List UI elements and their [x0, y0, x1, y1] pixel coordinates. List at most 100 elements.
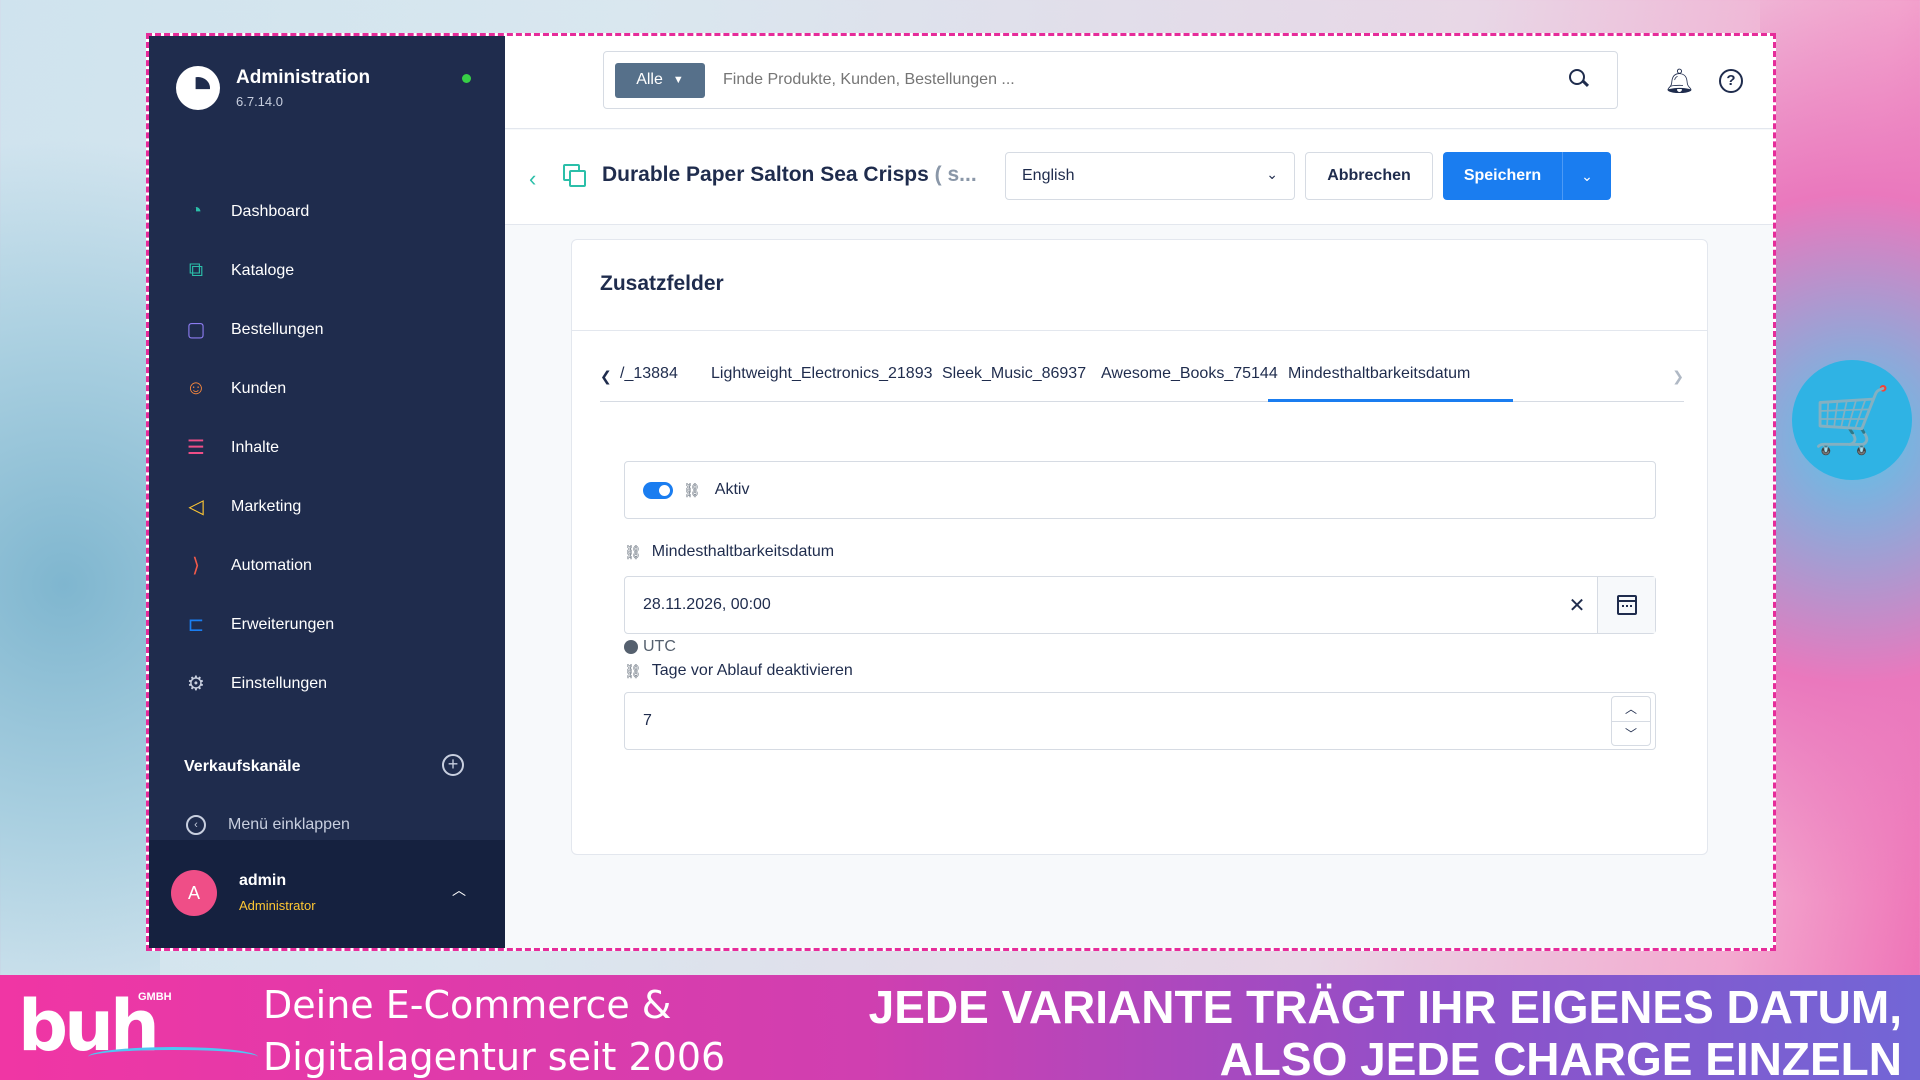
- tab-mindesthaltbarkeitsdatum[interactable]: Mindesthaltbarkeitsdatum: [1268, 362, 1513, 402]
- bell-icon[interactable]: 🔔︎: [1664, 67, 1694, 95]
- user-name: admin: [239, 872, 287, 889]
- best-before-date-field[interactable]: 28.11.2026, 00:00 ✕: [624, 576, 1656, 634]
- plugin-icon: ⊏: [187, 614, 205, 636]
- tab-lightweight-electronics[interactable]: Lightweight_Electronics_21893: [691, 362, 952, 402]
- chevron-down-icon: ▼: [672, 74, 684, 86]
- search-icon[interactable]: [1563, 65, 1593, 95]
- custom-fields-card: Zusatzfelder ❮ /_13884 Lightweight_Elect…: [571, 239, 1708, 855]
- sidebar-item-marketing[interactable]: ◁ Marketing: [149, 477, 505, 536]
- headline: JEDE VARIANTE TRÄGT IHR EIGENES DATUM, A…: [869, 981, 1902, 1080]
- catalog-icon: ⧉: [188, 259, 204, 281]
- sidebar-item-erweiterungen[interactable]: ⊏ Erweiterungen: [149, 595, 505, 654]
- timezone-text: UTC: [643, 638, 676, 655]
- cancel-button[interactable]: Abbrechen: [1305, 152, 1433, 200]
- sidebar-item-label: Inhalte: [231, 438, 280, 456]
- product-variant-suffix: ( s...: [934, 163, 977, 186]
- shopware-logo-icon: [176, 66, 220, 110]
- card-divider: [572, 330, 1707, 331]
- main-content: Alle ▼ 🔔︎ ? ‹ Durable Paper Salton Sea C…: [505, 36, 1773, 948]
- back-arrow-icon[interactable]: ‹: [529, 166, 536, 192]
- topbar: Alle ▼ 🔔︎ ?: [505, 36, 1773, 129]
- admin-window: Administration 6.7.14.0 ◔ Dashboard ⧉ Ka…: [146, 33, 1776, 951]
- users-icon: ☺: [185, 377, 207, 399]
- chevron-left-circle-icon: ‹: [186, 815, 206, 835]
- days-before-expiry-field[interactable]: 7 ︿ ﹀: [624, 692, 1656, 750]
- active-label: Aktiv: [714, 481, 750, 498]
- sidebar-item-inhalte[interactable]: ☰ Inhalte: [149, 418, 505, 477]
- sidebar: Administration 6.7.14.0 ◔ Dashboard ⧉ Ka…: [149, 36, 505, 948]
- help-icon[interactable]: ?: [1719, 69, 1743, 93]
- sidebar-item-bestellungen[interactable]: ▢ Bestellungen: [149, 300, 505, 359]
- active-switch-field: ⛓ Aktiv: [624, 461, 1656, 519]
- calendar-button[interactable]: [1597, 577, 1655, 633]
- date-value: 28.11.2026, 00:00: [643, 596, 771, 613]
- tagline-line-1: Deine E-Commerce &: [263, 983, 672, 1027]
- tab-13884[interactable]: /_13884: [600, 362, 698, 402]
- content-icon: ☰: [187, 437, 205, 459]
- tab-awesome-books[interactable]: Awesome_Books_75144: [1081, 362, 1298, 402]
- chevron-up-icon[interactable]: ︿: [1612, 697, 1650, 722]
- headline-line-2: ALSO JEDE CHARGE EINZELN: [1219, 1033, 1902, 1080]
- sidebar-item-label: Marketing: [231, 497, 302, 515]
- chevron-down-icon[interactable]: ﹀: [1612, 722, 1650, 746]
- add-sales-channel-icon[interactable]: +: [442, 754, 464, 776]
- online-status-dot: [462, 74, 471, 83]
- sidebar-item-dashboard[interactable]: ◔ Dashboard: [149, 182, 505, 241]
- days-value: 7: [643, 712, 652, 729]
- date-label-text: Mindesthaltbarkeitsdatum: [651, 543, 835, 560]
- global-search: Alle ▼: [603, 51, 1618, 109]
- sidebar-item-label: Einstellungen: [231, 674, 328, 692]
- smart-bar: ‹ Durable Paper Salton Sea Crisps ( s...…: [505, 130, 1773, 225]
- close-icon[interactable]: ✕: [1557, 593, 1597, 618]
- custom-field-set-tabs: ❮ /_13884 Lightweight_Electronics_21893 …: [600, 362, 1684, 402]
- tagline-line-2: Digitalagentur seit 2006: [263, 1035, 726, 1079]
- sales-channels-heading: Verkaufskanäle: [184, 758, 301, 775]
- sidebar-item-kunden[interactable]: ☺ Kunden: [149, 359, 505, 418]
- sidebar-item-kataloge[interactable]: ⧉ Kataloge: [149, 241, 505, 300]
- chevron-right-icon[interactable]: ❯: [1672, 368, 1684, 385]
- headline-line-1: JEDE VARIANTE TRÄGT IHR EIGENES DATUM,: [868, 981, 1902, 1033]
- save-button-group: Speichern ⌄: [1443, 152, 1611, 200]
- date-field-label: ⛓ Mindesthaltbarkeitsdatum: [624, 543, 834, 561]
- sidebar-item-label: Bestellungen: [231, 320, 324, 338]
- brand[interactable]: Administration 6.7.14.0: [176, 66, 370, 110]
- inheritance-link-icon[interactable]: ⛓: [624, 663, 642, 680]
- collapse-menu-button[interactable]: ‹ Menü einklappen: [186, 815, 350, 835]
- background-decoration-right: [1760, 0, 1920, 975]
- save-options-chevron-icon[interactable]: ⌄: [1563, 152, 1611, 200]
- sidebar-item-label: Kunden: [231, 379, 287, 397]
- collapse-menu-label: Menü einklappen: [228, 816, 350, 833]
- card-title: Zusatzfelder: [600, 272, 724, 295]
- sidebar-item-label: Erweiterungen: [231, 615, 335, 633]
- promo-banner: buh GMBH Deine E-Commerce & Digitalagent…: [0, 975, 1920, 1080]
- sidebar-item-einstellungen[interactable]: ⚙ Einstellungen: [149, 654, 505, 713]
- logo-swoosh: [88, 1047, 258, 1067]
- language-value: English: [1022, 167, 1075, 184]
- search-scope-select[interactable]: Alle ▼: [615, 62, 705, 98]
- days-label-text: Tage vor Ablauf deaktivieren: [651, 662, 853, 679]
- sidebar-item-automation[interactable]: ⟩ Automation: [149, 536, 505, 595]
- gauge-icon: ◔: [189, 200, 203, 222]
- inheritance-link-icon[interactable]: ⛓: [683, 482, 701, 499]
- inheritance-link-icon[interactable]: ⛓: [624, 544, 642, 561]
- save-button[interactable]: Speichern: [1443, 152, 1563, 200]
- sidebar-item-label: Dashboard: [231, 202, 310, 220]
- shopping-cart-icon: 🛒: [1792, 360, 1912, 480]
- avatar: A: [171, 870, 217, 916]
- background-decoration-left: [0, 0, 160, 975]
- calendar-icon: [1616, 595, 1637, 615]
- megaphone-icon: ◁: [188, 496, 204, 518]
- sidebar-nav: ◔ Dashboard ⧉ Kataloge ▢ Bestellungen ☺ …: [149, 182, 505, 713]
- user-menu[interactable]: A admin Administrator ︿: [149, 840, 505, 948]
- brand-version: 6.7.14.0: [236, 94, 283, 109]
- variant-icon: [563, 164, 586, 187]
- sidebar-item-label: Kataloge: [231, 261, 295, 279]
- active-toggle[interactable]: [643, 481, 673, 499]
- chevron-up-icon[interactable]: ︿: [452, 880, 466, 900]
- search-input[interactable]: [723, 71, 1563, 89]
- tab-sleek-music[interactable]: Sleek_Music_86937: [922, 362, 1106, 402]
- clock-icon: [624, 640, 638, 654]
- gear-icon: ⚙: [187, 673, 205, 695]
- language-select[interactable]: English ⌄: [1005, 152, 1295, 200]
- days-field-label: ⛓ Tage vor Ablauf deaktivieren: [624, 662, 853, 680]
